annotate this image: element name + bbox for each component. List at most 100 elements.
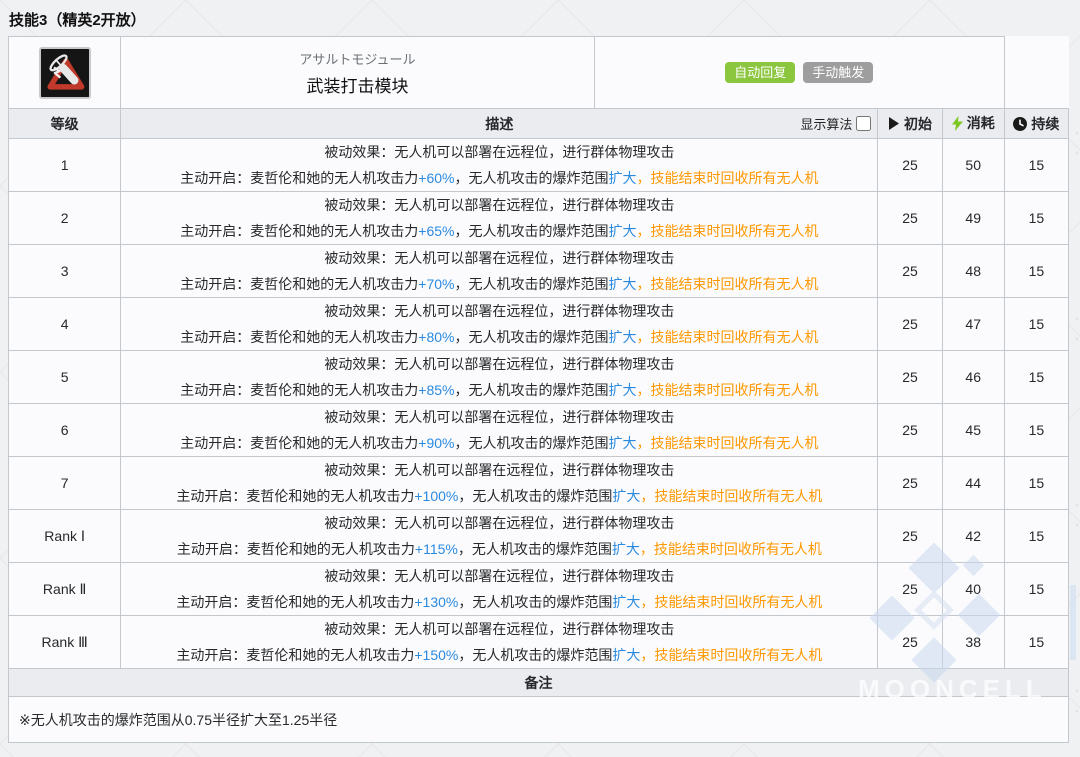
col-header-cost: 消耗 — [941, 108, 1005, 139]
col-header-duration: 持续 — [1003, 108, 1070, 139]
table-row: Rank Ⅰ 被动效果：无人机可以部署在远程位，进行群体物理攻击 主动开启：麦哲… — [7, 509, 1070, 563]
passive-effect-line: 被动效果：无人机可以部署在远程位，进行群体物理攻击 — [324, 515, 675, 531]
sp-cost-cell: 45 — [941, 403, 1005, 457]
recall-clause: ，技能结束时回收所有无人机 — [636, 435, 819, 451]
notes-text: ※无人机攻击的爆炸范围从0.75半径扩大至1.25半径 — [8, 696, 1069, 743]
description-cell: 被动效果：无人机可以部署在远程位，进行群体物理攻击 主动开启：麦哲伦和她的无人机… — [120, 138, 879, 192]
initial-sp-cell: 25 — [877, 138, 943, 192]
skill-icon-cell — [7, 36, 122, 109]
table-row: Rank Ⅱ 被动效果：无人机可以部署在远程位，进行群体物理攻击 主动开启：麦哲… — [7, 562, 1070, 616]
notes-row: ※无人机攻击的爆炸范围从0.75半径扩大至1.25半径 — [8, 696, 1069, 743]
duration-cell: 15 — [1003, 456, 1070, 510]
initial-sp-cell: 25 — [877, 403, 943, 457]
atk-bonus-value: +85% — [418, 382, 455, 398]
passive-effect-line: 被动效果：无人机可以部署在远程位，进行群体物理攻击 — [324, 409, 675, 425]
initial-sp-cell: 25 — [877, 297, 943, 351]
level-cell: Rank Ⅲ — [7, 615, 122, 669]
expand-keyword: 扩大 — [612, 594, 641, 610]
play-icon — [889, 117, 900, 130]
level-cell: Rank Ⅱ — [7, 562, 122, 616]
skill-badges-cell: 自动回复 手动触发 — [593, 36, 1005, 109]
description-cell: 被动效果：无人机可以部署在远程位，进行群体物理攻击 主动开启：麦哲伦和她的无人机… — [120, 509, 879, 563]
initial-sp-cell: 25 — [877, 509, 943, 563]
expand-keyword: 扩大 — [612, 488, 641, 504]
atk-bonus-value: +115% — [414, 541, 458, 557]
level-cell: 3 — [7, 244, 122, 298]
passive-effect-line: 被动效果：无人机可以部署在远程位，进行群体物理攻击 — [324, 303, 675, 319]
active-effect-line: 主动开启：麦哲伦和她的无人机攻击力+90%，无人机攻击的爆炸范围扩大，技能结束时… — [180, 435, 819, 451]
table-row: 6 被动效果：无人机可以部署在远程位，进行群体物理攻击 主动开启：麦哲伦和她的无… — [7, 403, 1070, 457]
recall-clause: ，技能结束时回收所有无人机 — [636, 382, 819, 398]
recall-clause: ，技能结束时回收所有无人机 — [640, 594, 823, 610]
level-cell: 7 — [7, 456, 122, 510]
table-header-row: 等级 描述 显示算法 初始 消耗 持续 — [7, 108, 1070, 139]
sp-cost-cell: 38 — [941, 615, 1005, 669]
sp-cost-cell: 47 — [941, 297, 1005, 351]
sp-cost-cell: 44 — [941, 456, 1005, 510]
description-cell: 被动效果：无人机可以部署在远程位，进行群体物理攻击 主动开启：麦哲伦和她的无人机… — [120, 350, 879, 404]
atk-bonus-value: +65% — [418, 223, 455, 239]
atk-bonus-value: +100% — [414, 488, 459, 504]
level-cell: 5 — [7, 350, 122, 404]
sp-charge-type-badge: 自动回复 — [725, 61, 796, 84]
atk-bonus-value: +70% — [418, 276, 455, 292]
col-header-level: 等级 — [7, 108, 122, 139]
initial-sp-cell: 25 — [877, 562, 943, 616]
notes-header-row: 备注 — [8, 668, 1069, 697]
table-row: 3 被动效果：无人机可以部署在远程位，进行群体物理攻击 主动开启：麦哲伦和她的无… — [7, 244, 1070, 298]
page-title: 技能3（精英2开放） — [9, 12, 146, 29]
sp-cost-cell: 48 — [941, 244, 1005, 298]
duration-cell: 15 — [1003, 509, 1070, 563]
level-cell: 4 — [7, 297, 122, 351]
expand-keyword: 扩大 — [608, 382, 637, 398]
duration-cell: 15 — [1003, 191, 1070, 245]
show-algorithm-label: 显示算法 — [800, 117, 853, 132]
sp-cost-cell: 42 — [941, 509, 1005, 563]
level-cell: 1 — [7, 138, 122, 192]
sp-cost-cell: 40 — [941, 562, 1005, 616]
expand-keyword: 扩大 — [608, 276, 637, 292]
recall-clause: ，技能结束时回收所有无人机 — [639, 541, 822, 557]
col-header-description: 描述 显示算法 — [120, 108, 879, 139]
atk-bonus-value: +60% — [418, 170, 455, 186]
recall-clause: ，技能结束时回收所有无人机 — [636, 329, 819, 345]
sp-cost-cell: 50 — [941, 138, 1005, 192]
passive-effect-line: 被动效果：无人机可以部署在远程位，进行群体物理攻击 — [324, 568, 675, 584]
duration-cell: 15 — [1003, 562, 1070, 616]
skill-name-jp: アサルトモジュール — [299, 51, 416, 67]
passive-effect-line: 被动效果：无人机可以部署在远程位，进行群体物理攻击 — [324, 621, 675, 637]
skill-activation-badge: 手动触发 — [803, 61, 874, 84]
passive-effect-line: 被动效果：无人机可以部署在远程位，进行群体物理攻击 — [324, 144, 675, 160]
duration-cell: 15 — [1003, 244, 1070, 298]
col-header-initial: 初始 — [877, 108, 943, 139]
expand-keyword: 扩大 — [608, 435, 637, 451]
recall-clause: ，技能结束时回收所有无人机 — [636, 223, 819, 239]
table-row: 4 被动效果：无人机可以部署在远程位，进行群体物理攻击 主动开启：麦哲伦和她的无… — [7, 297, 1070, 351]
description-cell: 被动效果：无人机可以部署在远程位，进行群体物理攻击 主动开启：麦哲伦和她的无人机… — [120, 403, 879, 457]
initial-sp-cell: 25 — [877, 191, 943, 245]
sp-cost-cell: 49 — [941, 191, 1005, 245]
skill-name-cell: アサルトモジュール 武装打击模块 — [120, 36, 595, 109]
active-effect-line: 主动开启：麦哲伦和她的无人机攻击力+100%，无人机攻击的爆炸范围扩大，技能结束… — [176, 488, 823, 504]
watermark-edge-fragment — [1070, 585, 1076, 660]
recall-clause: ，技能结束时回收所有无人机 — [636, 276, 819, 292]
show-algorithm-checkbox[interactable] — [856, 116, 872, 131]
initial-sp-cell: 25 — [877, 615, 943, 669]
level-cell: Rank Ⅰ — [7, 509, 122, 563]
table-row: 2 被动效果：无人机可以部署在远程位，进行群体物理攻击 主动开启：麦哲伦和她的无… — [7, 191, 1070, 245]
sp-cost-cell: 46 — [941, 350, 1005, 404]
duration-cell: 15 — [1003, 297, 1070, 351]
description-cell: 被动效果：无人机可以部署在远程位，进行群体物理攻击 主动开启：麦哲伦和她的无人机… — [120, 297, 879, 351]
recall-clause: ，技能结束时回收所有无人机 — [640, 488, 823, 504]
passive-effect-line: 被动效果：无人机可以部署在远程位，进行群体物理攻击 — [324, 250, 675, 266]
active-effect-line: 主动开启：麦哲伦和她的无人机攻击力+70%，无人机攻击的爆炸范围扩大，技能结束时… — [180, 276, 819, 292]
passive-effect-line: 被动效果：无人机可以部署在远程位，进行群体物理攻击 — [324, 462, 675, 478]
description-cell: 被动效果：无人机可以部署在远程位，进行群体物理攻击 主动开启：麦哲伦和她的无人机… — [120, 562, 879, 616]
initial-sp-cell: 25 — [877, 244, 943, 298]
duration-cell: 15 — [1003, 403, 1070, 457]
active-effect-line: 主动开启：麦哲伦和她的无人机攻击力+80%，无人机攻击的爆炸范围扩大，技能结束时… — [180, 329, 819, 345]
passive-effect-line: 被动效果：无人机可以部署在远程位，进行群体物理攻击 — [324, 356, 675, 372]
expand-keyword: 扩大 — [608, 170, 637, 186]
description-cell: 被动效果：无人机可以部署在远程位，进行群体物理攻击 主动开启：麦哲伦和她的无人机… — [120, 615, 879, 669]
lightning-bolt-icon — [951, 115, 963, 131]
